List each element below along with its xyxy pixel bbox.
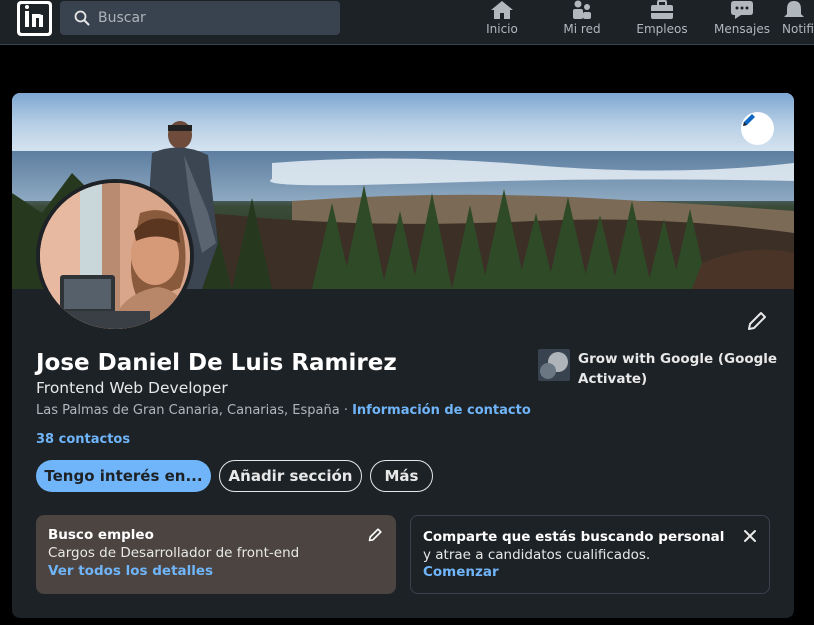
briefcase-icon <box>651 0 673 19</box>
add-section-button[interactable]: Añadir sección <box>219 460 362 492</box>
chat-icon <box>731 1 753 19</box>
connections-link[interactable]: 38 contactos <box>36 432 130 447</box>
hiring-text-rest: y atrae a candidatos cualificados. <box>423 547 651 563</box>
linkedin-logo[interactable] <box>17 1 52 36</box>
open-to-button[interactable]: Tengo interés en... <box>36 460 211 492</box>
nav-notifications[interactable]: Notifi <box>782 0 814 45</box>
search-icon <box>74 10 90 26</box>
avatar-photo <box>40 183 190 329</box>
contact-info-link[interactable]: Información de contacto <box>352 403 531 418</box>
open-to-work-title: Busco empleo <box>48 527 154 543</box>
nav-jobs-label: Empleos <box>636 22 688 36</box>
edit-banner-button[interactable] <box>741 112 774 145</box>
edit-open-to-work-button[interactable] <box>367 527 383 547</box>
profile-location: Las Palmas de Gran Canaria, Canarias, Es… <box>36 403 340 418</box>
profile-location-line: Las Palmas de Gran Canaria, Canarias, Es… <box>36 403 531 418</box>
profile-avatar[interactable] <box>36 179 194 333</box>
company-logo <box>538 349 570 381</box>
location-separator: · <box>339 403 353 418</box>
open-to-work-roles: Cargos de Desarrollador de front-end <box>48 545 300 561</box>
company-name: Grow with Google (Google Activate) <box>578 351 778 387</box>
top-navigation: Inicio Mi red Empleos Mensajes Notif <box>0 0 814 45</box>
pencil-icon <box>748 312 766 330</box>
pencil-icon <box>368 528 382 542</box>
nav-network-label: Mi red <box>563 22 601 36</box>
nav-notifications-label: Notifi <box>782 22 814 36</box>
profile-card: Jose Daniel De Luis Ramirez Frontend Web… <box>12 93 794 618</box>
see-all-details-link[interactable]: Ver todos los detalles <box>48 563 213 579</box>
hiring-text: Comparte que estás buscando personal y a… <box>423 528 735 564</box>
nav-home[interactable]: Inicio <box>462 0 542 45</box>
company-logo-icon <box>540 352 568 379</box>
nav-home-label: Inicio <box>486 22 518 36</box>
more-button[interactable]: Más <box>370 460 433 492</box>
profile-headline: Frontend Web Developer <box>36 379 228 397</box>
search-input[interactable] <box>98 1 328 35</box>
nav-jobs[interactable]: Empleos <box>622 0 702 45</box>
bell-icon <box>784 1 804 17</box>
profile-name: Jose Daniel De Luis Ramirez <box>36 350 397 376</box>
get-started-link[interactable]: Comenzar <box>423 564 499 580</box>
close-icon <box>744 530 756 542</box>
company-entry[interactable]: Grow with Google (Google Activate) <box>538 349 778 389</box>
pencil-icon <box>743 114 755 126</box>
network-icon <box>573 0 591 19</box>
nav-messages-label: Mensajes <box>714 22 770 36</box>
home-icon <box>491 1 513 19</box>
edit-intro-button[interactable] <box>745 309 769 337</box>
hiring-box: Comparte que estás buscando personal y a… <box>410 515 770 594</box>
search-bar[interactable] <box>60 1 340 35</box>
open-to-work-box: Busco empleo Cargos de Desarrollador de … <box>36 515 396 594</box>
dismiss-hiring-button[interactable] <box>742 528 758 548</box>
nav-messages[interactable]: Mensajes <box>702 0 782 45</box>
hiring-text-bold: Comparte que estás buscando personal <box>423 529 725 545</box>
nav-network[interactable]: Mi red <box>542 0 622 45</box>
